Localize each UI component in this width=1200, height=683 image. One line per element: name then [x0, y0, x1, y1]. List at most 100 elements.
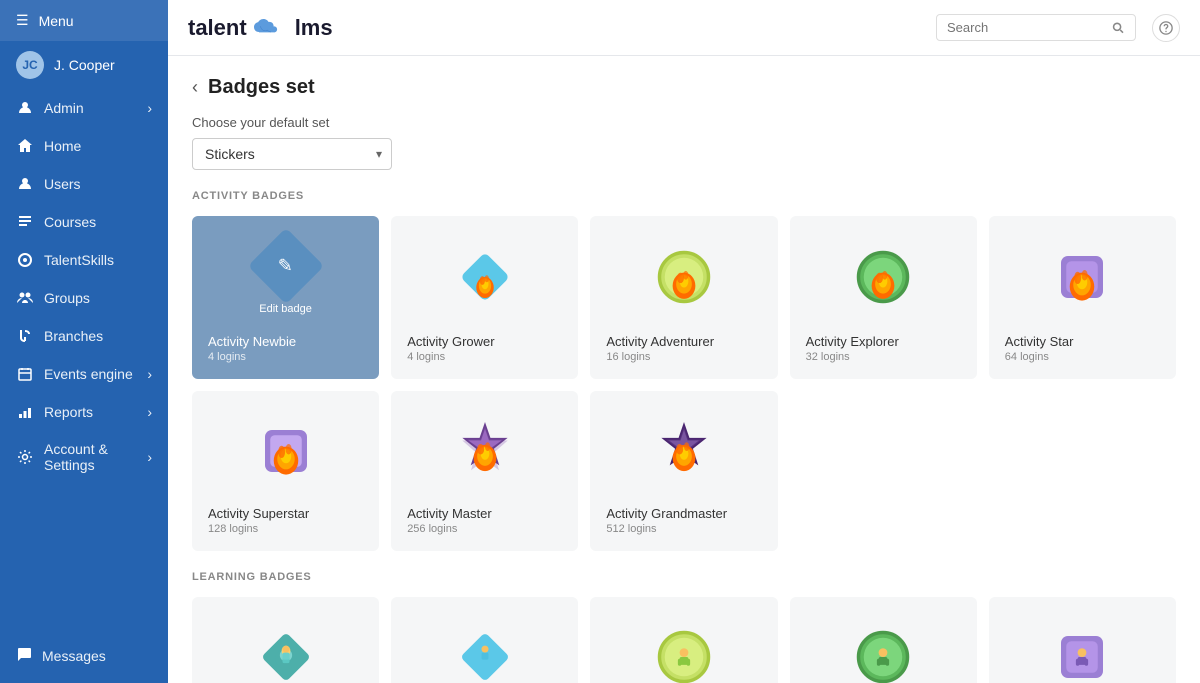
learning-badge-5-icon [1047, 622, 1117, 683]
badge-star-icon [1047, 242, 1117, 312]
learning-badge-1-icon [251, 622, 321, 683]
sidebar-item-account-settings[interactable]: Account & Settings › [0, 431, 168, 483]
sidebar-item-label: Branches [44, 328, 103, 344]
badge-logins: 512 logins [606, 523, 656, 535]
user-profile[interactable]: JC J. Cooper [0, 41, 168, 89]
learning-badge-3-icon [649, 622, 719, 683]
badge-grower-icon [450, 242, 520, 312]
learning-badge-grid [192, 597, 1176, 683]
menu-button[interactable]: ☰ Menu [0, 0, 168, 41]
sidebar-item-branches[interactable]: Branches [0, 317, 168, 355]
sidebar-item-home[interactable]: Home [0, 127, 168, 165]
sidebar-item-admin[interactable]: Admin › [0, 89, 168, 127]
badge-card-grower[interactable]: Activity Grower 4 logins [391, 216, 578, 379]
activity-badge-grid: ✎ Edit badge Activity Newbie 4 logins [192, 216, 1176, 551]
sidebar-item-messages[interactable]: Messages [16, 638, 152, 673]
search-icon [1112, 21, 1125, 35]
badge-card-star[interactable]: Activity Star 64 logins [989, 216, 1176, 379]
menu-label: Menu [39, 13, 74, 29]
default-set-section: Choose your default set Stickers Default… [192, 115, 1176, 170]
avatar: JC [16, 51, 44, 79]
page-title: Badges set [208, 76, 315, 99]
badge-card-adventurer[interactable]: Activity Adventurer 16 logins [590, 216, 777, 379]
badge-logins: 64 logins [1005, 351, 1049, 363]
default-set-select-wrapper: Stickers Default Custom ▾ [192, 138, 392, 170]
learning-badge-image-5 [1005, 613, 1160, 683]
app-logo: talent lms [188, 15, 333, 41]
menu-icon: ☰ [16, 12, 29, 29]
sidebar-item-groups[interactable]: Groups [0, 279, 168, 317]
chevron-right-icon: › [147, 366, 152, 382]
badge-name: Activity Explorer [806, 334, 899, 349]
badge-image-master [407, 407, 562, 494]
admin-icon [16, 99, 34, 117]
learning-badge-card-4[interactable] [790, 597, 977, 683]
app-header: talent lms [168, 0, 1200, 56]
help-button[interactable] [1152, 14, 1180, 42]
badge-name: Activity Star [1005, 334, 1074, 349]
badge-card-newbie[interactable]: ✎ Edit badge Activity Newbie 4 logins [192, 216, 379, 379]
sidebar-item-label: Messages [42, 648, 106, 664]
sidebar-item-label: Reports [44, 404, 93, 420]
badge-superstar-icon [251, 416, 321, 486]
edit-diamond: ✎ [247, 228, 323, 304]
sidebar-item-courses[interactable]: Courses [0, 203, 168, 241]
badge-name: Activity Superstar [208, 506, 309, 521]
logo-lms: lms [295, 15, 333, 41]
badge-name: Activity Grower [407, 334, 494, 349]
learning-badge-image-1 [208, 613, 363, 683]
chevron-right-icon: › [147, 449, 152, 465]
sidebar-item-talentskills[interactable]: TalentSkills [0, 241, 168, 279]
talentskills-icon [16, 251, 34, 269]
activity-badges-section: ACTIVITY BADGES ✎ Edit badge [192, 190, 1176, 551]
badge-adventurer-icon [649, 242, 719, 312]
edit-pencil-icon: ✎ [278, 256, 293, 277]
badge-card-master[interactable]: Activity Master 256 logins [391, 391, 578, 551]
sidebar-item-label: Admin [44, 100, 84, 116]
activity-badges-label: ACTIVITY BADGES [192, 190, 1176, 202]
sidebar-item-label: Account & Settings [44, 441, 137, 473]
badge-master-icon [450, 416, 520, 486]
sidebar-item-users[interactable]: Users [0, 165, 168, 203]
branches-icon [16, 327, 34, 345]
badge-image-explorer [806, 232, 961, 322]
badge-logins: 16 logins [606, 351, 650, 363]
badge-card-superstar[interactable]: Activity Superstar 128 logins [192, 391, 379, 551]
learning-badge-2-icon [450, 622, 520, 683]
edit-overlay: ✎ Edit badge [208, 232, 363, 322]
messages-icon [16, 646, 32, 665]
learning-badge-card-1[interactable] [192, 597, 379, 683]
sidebar-item-label: Home [44, 138, 81, 154]
sidebar-item-reports[interactable]: Reports › [0, 393, 168, 431]
chevron-right-icon: › [147, 404, 152, 420]
sidebar-item-label: TalentSkills [44, 252, 114, 268]
search-input[interactable] [947, 20, 1106, 35]
default-set-label: Choose your default set [192, 115, 1176, 130]
help-icon [1159, 21, 1173, 35]
sidebar-item-events[interactable]: Events engine › [0, 355, 168, 393]
sidebar-item-label: Groups [44, 290, 90, 306]
back-button[interactable]: ‹ [192, 77, 198, 98]
badge-explorer-icon [848, 242, 918, 312]
learning-badge-image-3 [606, 613, 761, 683]
learning-badge-card-3[interactable] [590, 597, 777, 683]
badge-logins: 32 logins [806, 351, 850, 363]
default-set-select[interactable]: Stickers Default Custom [192, 138, 392, 170]
search-box[interactable] [936, 14, 1136, 41]
sidebar-item-label: Courses [44, 214, 96, 230]
badge-logins: 128 logins [208, 523, 258, 535]
badge-name: Activity Grandmaster [606, 506, 727, 521]
logo-talent: talent [188, 15, 247, 41]
learning-badge-card-2[interactable] [391, 597, 578, 683]
sidebar-item-label: Users [44, 176, 81, 192]
learning-badge-card-5[interactable] [989, 597, 1176, 683]
badge-image-grower [407, 232, 562, 322]
learning-badge-image-2 [407, 613, 562, 683]
sidebar-item-label: Events engine [44, 366, 133, 382]
badge-card-explorer[interactable]: Activity Explorer 32 logins [790, 216, 977, 379]
badge-image-superstar [208, 407, 363, 494]
badge-card-grandmaster[interactable]: Activity Grandmaster 512 logins [590, 391, 777, 551]
sidebar-bottom: Messages [0, 628, 168, 683]
badge-grandmaster-icon [649, 416, 719, 486]
learning-badges-label: LEARNING BADGES [192, 571, 1176, 583]
